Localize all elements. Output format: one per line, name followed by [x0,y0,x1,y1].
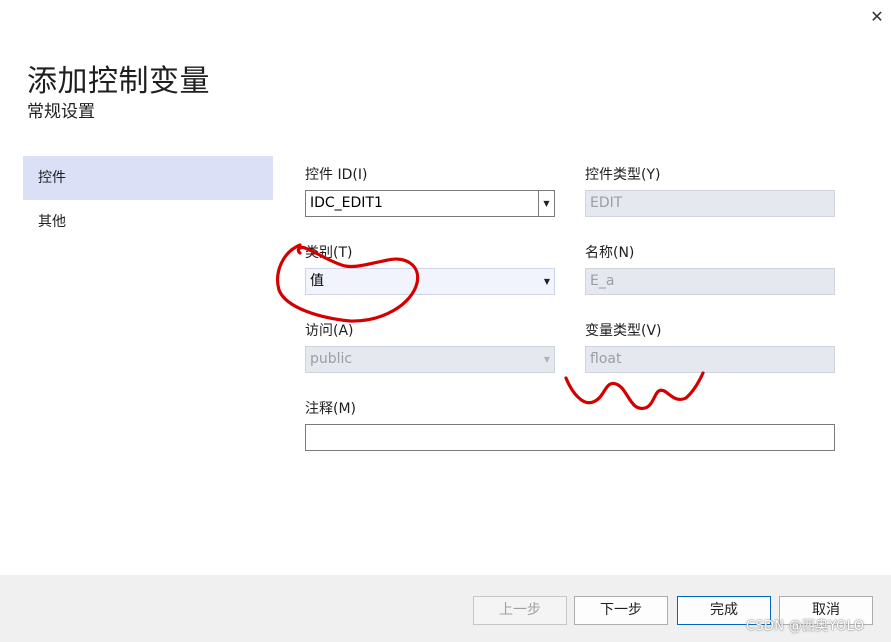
nav-sidebar: 控件 其他 [23,156,273,244]
access-combobox: public ▼ [305,346,555,373]
chevron-down-icon: ▼ [543,277,550,286]
close-button[interactable]: ✕ [866,6,888,28]
comment-label: 注释(M) [305,401,357,417]
name-label: 名称(N) [585,245,635,261]
next-button[interactable]: 下一步 [574,596,668,625]
control-id-label: 控件 ID(I) [305,167,368,183]
control-type-field: EDIT [585,190,835,217]
watermark: CSDN @西奥YOLO [746,619,865,634]
nav-item-label: 其他 [38,214,66,230]
access-label: 访问(A) [305,323,354,339]
name-field: E_a [585,268,835,295]
access-value: public [310,351,353,367]
control-id-combobox[interactable]: IDC_EDIT1 ▼ [305,190,555,217]
control-type-value: EDIT [590,195,623,211]
nav-item-label: 控件 [38,170,66,186]
chevron-down-icon[interactable]: ▼ [538,191,554,216]
dialog-title: 添加控制变量 [27,64,210,99]
var-type-value: float [590,351,622,367]
nav-item-controls[interactable]: 控件 [23,156,273,200]
red-underline-annotation [564,371,705,410]
category-combobox[interactable]: 值 ▼ [305,268,555,295]
control-id-value: IDC_EDIT1 [310,195,383,211]
nav-item-other[interactable]: 其他 [23,200,273,244]
category-value: 值 [310,273,324,289]
control-type-label: 控件类型(Y) [585,167,661,183]
chevron-down-icon: ▼ [543,355,550,364]
close-icon: ✕ [870,7,884,26]
name-value: E_a [590,273,615,289]
prev-button[interactable]: 上一步 [473,596,567,625]
comment-input[interactable] [305,424,835,451]
var-type-field: float [585,346,835,373]
category-label: 类别(T) [305,245,353,261]
dialog-subtitle: 常规设置 [27,102,95,122]
var-type-label: 变量类型(V) [585,323,662,339]
